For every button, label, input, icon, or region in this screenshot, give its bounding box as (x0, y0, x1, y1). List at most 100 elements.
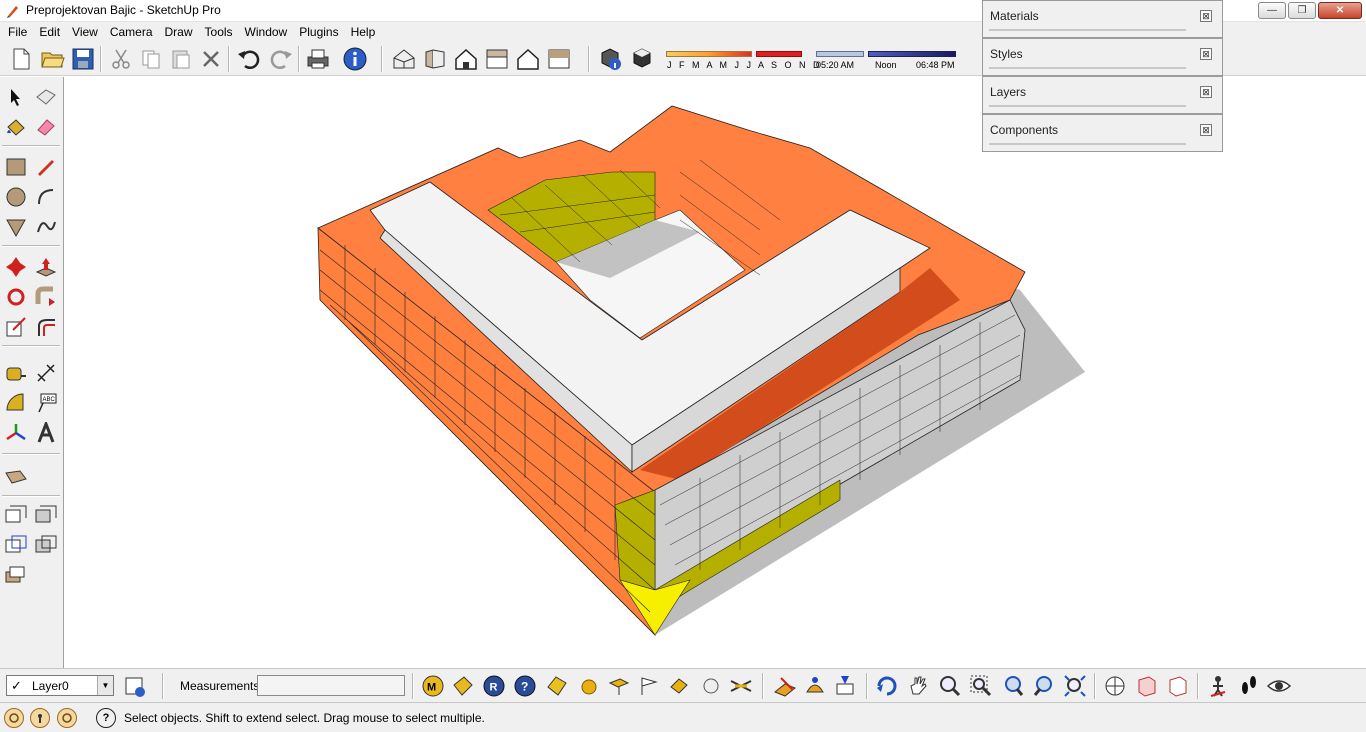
pan-hand-icon[interactable] (906, 673, 932, 699)
maximize-button[interactable]: ❐ (1288, 2, 1316, 19)
month-slider[interactable] (666, 51, 752, 57)
display-section-planes-icon[interactable] (1165, 673, 1191, 699)
polygon-icon[interactable] (2, 213, 30, 241)
left-view-icon[interactable] (546, 46, 572, 72)
paste-icon[interactable] (168, 46, 194, 72)
freehand-icon[interactable] (32, 213, 60, 241)
section-plane-icon[interactable] (2, 463, 30, 491)
text-icon[interactable]: ABC (32, 389, 60, 417)
zoom-extents-icon[interactable] (1062, 673, 1088, 699)
right-view-icon[interactable] (484, 46, 510, 72)
plane-tool-icon[interactable] (606, 673, 632, 699)
section-display-icon[interactable] (2, 561, 30, 589)
menu-edit[interactable]: Edit (33, 22, 66, 42)
push-pull-icon[interactable] (32, 253, 60, 281)
look-around-eye-icon[interactable] (1266, 673, 1292, 699)
white-sphere-icon[interactable] (698, 673, 724, 699)
offset-icon[interactable] (32, 313, 60, 341)
print-icon[interactable] (305, 46, 331, 72)
iso-view-icon[interactable] (391, 46, 417, 72)
measurements-input[interactable] (257, 675, 405, 696)
save-icon[interactable] (70, 46, 96, 72)
share-model-icon[interactable] (450, 673, 476, 699)
zoom-window-icon[interactable] (968, 673, 994, 699)
menu-file[interactable]: File (2, 22, 33, 42)
tag-icon[interactable] (544, 673, 570, 699)
3d-text-icon[interactable] (32, 419, 60, 447)
layer-dropdown[interactable]: ✓ Layer0 ▼ (6, 675, 114, 696)
walk-footprints-icon[interactable] (1236, 673, 1262, 699)
light-icon[interactable] (666, 673, 692, 699)
model-info-icon[interactable] (342, 46, 368, 72)
cut-icon[interactable] (108, 46, 134, 72)
follow-me-icon[interactable] (32, 283, 60, 311)
line-pencil-icon[interactable] (32, 153, 60, 181)
look-around-icon[interactable] (2, 531, 30, 559)
sphere-icon[interactable] (576, 673, 602, 699)
tape-measure-icon[interactable] (2, 359, 30, 387)
protractor-icon[interactable] (2, 389, 30, 417)
time-slider[interactable] (868, 51, 956, 57)
menu-window[interactable]: Window (239, 22, 294, 42)
make-component-icon[interactable] (32, 83, 60, 111)
rotate-icon[interactable] (2, 283, 30, 311)
layers-close-icon[interactable]: ⊠ (1200, 86, 1212, 98)
components-close-icon[interactable]: ⊠ (1200, 124, 1212, 136)
arc-icon[interactable] (32, 183, 60, 211)
modeling-viewport[interactable] (65, 77, 1366, 668)
ruby-console-icon[interactable]: R (481, 673, 507, 699)
get-models-icon[interactable]: M (420, 673, 446, 699)
next-view-icon[interactable] (1031, 673, 1057, 699)
time-slider-morning[interactable] (816, 51, 864, 57)
select-arrow-icon[interactable] (2, 83, 30, 111)
help-circle-icon[interactable]: ? (512, 673, 538, 699)
sandbox-smoove-icon[interactable] (802, 673, 828, 699)
layers-panel[interactable]: Layers ⊠ (982, 76, 1223, 114)
sandbox-stamp-icon[interactable] (832, 673, 858, 699)
copy-icon[interactable] (138, 46, 164, 72)
dimension-icon[interactable] (32, 359, 60, 387)
menu-view[interactable]: View (66, 22, 104, 42)
materials-close-icon[interactable]: ⊠ (1200, 10, 1212, 22)
undo-icon[interactable] (236, 46, 262, 72)
menu-tools[interactable]: Tools (199, 22, 239, 42)
eraser-icon[interactable] (32, 113, 60, 141)
walk-tool-icon-b[interactable] (32, 501, 60, 529)
chevron-down-icon[interactable]: ▼ (97, 676, 113, 695)
orbit-icon[interactable] (874, 673, 900, 699)
front-view-icon[interactable] (453, 46, 479, 72)
walk-tool-icon-a[interactable] (2, 501, 30, 529)
paint-bucket-icon[interactable] (2, 113, 30, 141)
credits-icon[interactable] (30, 708, 50, 728)
styles-close-icon[interactable]: ⊠ (1200, 48, 1212, 60)
user-account-icon[interactable] (57, 708, 77, 728)
month-slider-red[interactable] (756, 51, 802, 57)
open-folder-icon[interactable] (40, 46, 66, 72)
display-shadows-icon[interactable] (630, 46, 656, 72)
close-button[interactable]: ✕ (1318, 2, 1362, 19)
redo-icon[interactable] (268, 46, 294, 72)
menu-draw[interactable]: Draw (159, 22, 199, 42)
flag-icon[interactable] (636, 673, 662, 699)
top-view-icon[interactable] (422, 46, 448, 72)
materials-panel[interactable]: Materials ⊠ (982, 0, 1223, 38)
styles-panel[interactable]: Styles ⊠ (982, 38, 1223, 76)
menu-camera[interactable]: Camera (104, 22, 159, 42)
layer-manager-icon[interactable] (122, 673, 148, 699)
scale-icon[interactable] (2, 313, 30, 341)
move-icon[interactable] (2, 253, 30, 281)
instructor-help-icon[interactable]: ? (96, 708, 116, 728)
zoom-icon[interactable] (937, 673, 963, 699)
minimize-button[interactable]: — (1258, 2, 1286, 19)
menu-help[interactable]: Help (345, 22, 382, 42)
geo-location-icon[interactable] (4, 708, 24, 728)
position-camera-person-icon[interactable] (1205, 673, 1231, 699)
render-settings-icon[interactable] (728, 673, 754, 699)
rectangle-icon[interactable] (2, 153, 30, 181)
position-camera-icon[interactable] (32, 531, 60, 559)
sandbox-from-contours-icon[interactable] (772, 673, 798, 699)
new-file-icon[interactable] (8, 46, 34, 72)
back-view-icon[interactable] (515, 46, 541, 72)
previous-view-icon[interactable] (1000, 673, 1026, 699)
components-panel[interactable]: Components ⊠ (982, 114, 1223, 152)
